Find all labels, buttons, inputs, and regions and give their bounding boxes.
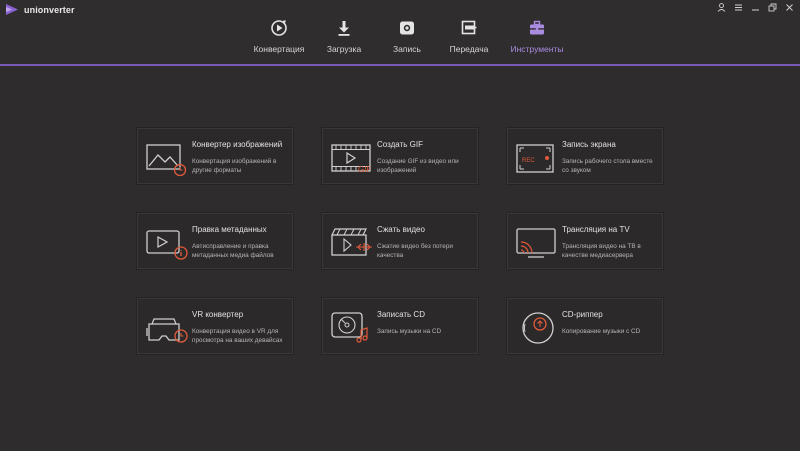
tab-toolbox[interactable]: Инструменты [510, 16, 564, 64]
cast-to-tv-icon [516, 228, 556, 258]
tool-card-cd-burner[interactable]: Записать CD Запись музыки на CD [322, 298, 478, 354]
restore-icon[interactable] [765, 1, 779, 13]
tool-card-cd-ripper[interactable]: CD-риппер Копирование музыки с CD [507, 298, 663, 354]
nav-underline [0, 64, 800, 66]
tool-title: Запись экрана [562, 140, 616, 149]
tool-description: Создание GIF из видео или изображений [377, 158, 459, 174]
tool-description: Трансляция видео на ТВ в качестве медиас… [562, 243, 641, 259]
tab-transfer[interactable]: Передача [447, 16, 491, 64]
cd-burner-icon [331, 312, 368, 343]
cd-ripper-icon [522, 312, 554, 344]
convert-icon [271, 20, 287, 36]
tool-description: Конвертация изображений в другие форматы [192, 158, 277, 174]
logo-icon [6, 4, 18, 15]
record-icon [400, 21, 414, 35]
tool-description: Запись музыки на CD [377, 328, 442, 335]
minimize-icon[interactable] [748, 1, 762, 13]
window-controls [714, 1, 796, 13]
close-icon[interactable] [782, 1, 796, 13]
screen-recorder-icon: REC [516, 144, 554, 173]
tool-title: Трансляция на TV [562, 225, 630, 234]
tool-title: CD-риппер [562, 310, 603, 319]
video-compressor-icon [331, 228, 372, 256]
tab-convert[interactable]: Конвертация [254, 16, 304, 64]
tool-title: Конвертер изображений [192, 140, 283, 149]
image-converter-icon [146, 144, 187, 176]
menu-icon[interactable] [731, 1, 745, 13]
tool-title: VR конвертер [192, 310, 244, 319]
tool-description: Запись рабочего стола вместе со звуком [562, 158, 653, 174]
title-bar: unionverter Конвертация Загрузка Запись … [0, 0, 800, 64]
tool-card-image-converter[interactable]: Конвертер изображений Конвертация изобра… [137, 128, 293, 184]
tool-card-video-compressor[interactable]: Сжать видео Сжатие видео без потери каче… [322, 213, 478, 269]
tool-description: Конвертация видео в VR для просмотра на … [192, 328, 283, 344]
tool-card-gif-maker[interactable]: GIF Создать GIF Создание GIF из видео ил… [322, 128, 478, 184]
tool-description: Автисправление и правка метаданных медиа… [192, 243, 274, 259]
tab-record[interactable]: Запись [388, 16, 426, 64]
transfer-icon [461, 20, 477, 35]
svg-text:GIF: GIF [358, 165, 371, 174]
svg-text:REC: REC [522, 158, 535, 164]
account-icon[interactable] [714, 1, 728, 13]
tab-record-label: Запись [393, 44, 421, 54]
app-name: unionverter [24, 4, 75, 15]
toolbox-icon [530, 20, 544, 35]
tab-toolbox-label: Инструменты [510, 44, 564, 54]
tool-description: Копирование музыки с CD [562, 328, 641, 335]
tool-description: Сжатие видео без потери качества [377, 243, 453, 259]
tool-title: Создать GIF [377, 140, 423, 149]
tab-transfer-label: Передача [449, 44, 489, 54]
tab-download[interactable]: Загрузка [322, 16, 366, 64]
tab-convert-label: Конвертация [253, 44, 305, 54]
tool-title: Правка метаданных [192, 225, 267, 234]
tool-title: Сжать видео [377, 225, 425, 234]
tool-card-cast-to-tv[interactable]: Трансляция на TV Трансляция видео на ТВ … [507, 213, 663, 269]
metadata-editor-icon [146, 230, 188, 260]
tool-card-screen-recorder[interactable]: REC Запись экрана Запись рабочего стола … [507, 128, 663, 184]
download-icon [338, 21, 350, 36]
vr-converter-icon [146, 318, 188, 343]
app-logo: unionverter [5, 3, 75, 16]
tab-download-label: Загрузка [326, 44, 362, 54]
tool-title: Записать CD [377, 310, 425, 319]
tool-card-metadata-editor[interactable]: Правка метаданных Автисправление и правк… [137, 213, 293, 269]
gif-maker-icon: GIF [331, 144, 371, 174]
main-nav: Конвертация Загрузка Запись Передача Инс… [0, 16, 800, 64]
tool-card-vr-converter[interactable]: VR конвертер Конвертация видео в VR для … [137, 298, 293, 354]
